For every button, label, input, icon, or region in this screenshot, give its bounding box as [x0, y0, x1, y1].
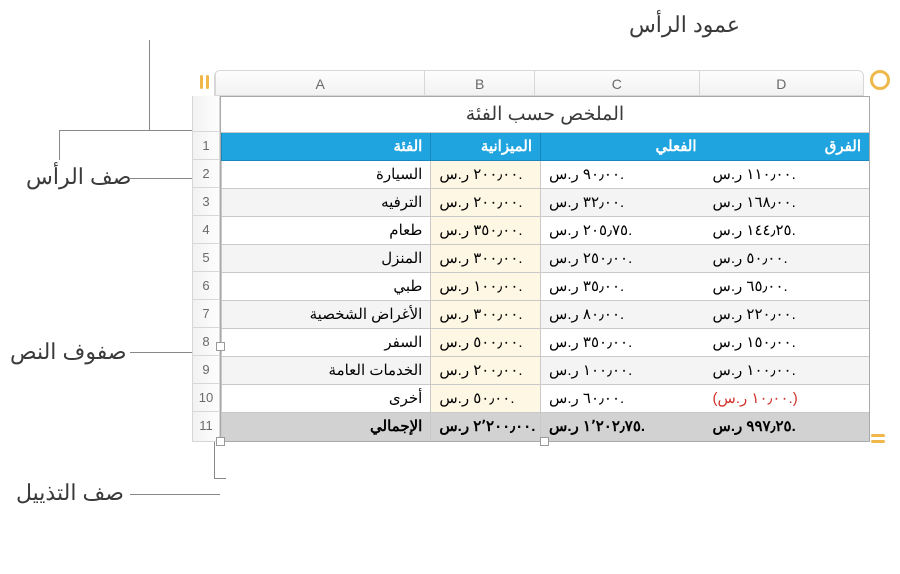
callout-header-column: عمود الرأس — [629, 12, 740, 38]
row-header-3[interactable]: 3 — [193, 188, 219, 216]
column-header-B[interactable]: B — [424, 71, 534, 95]
header-cell-budget[interactable]: الميزانية — [430, 133, 540, 161]
cell-budget[interactable]: ٢٠٠٫٠٠ ر.س. — [430, 189, 540, 217]
row-header-6[interactable]: 6 — [193, 272, 219, 300]
add-column-handle[interactable] — [194, 72, 214, 92]
cell-actual[interactable]: ٣٥٫٠٠ ر.س. — [540, 273, 705, 301]
row-header-10[interactable]: 10 — [193, 384, 219, 412]
table-row: طبي ١٠٠٫٠٠ ر.س. ٣٥٫٠٠ ر.س. ٦٥٫٠٠ ر.س. — [221, 273, 869, 301]
cell-category[interactable]: السفر — [221, 329, 430, 357]
cell-budget[interactable]: ٢٠٠٫٠٠ ر.س. — [430, 357, 540, 385]
header-cell-diff[interactable]: الفرق — [705, 133, 869, 161]
row-header-5[interactable]: 5 — [193, 244, 219, 272]
spreadsheet-stage: A B C D 1 2 3 4 5 6 7 8 9 10 11 الملخص ح… — [192, 70, 892, 442]
table-grid: الملخص حسب الفئة الفئة الميزانية الفعلي … — [220, 96, 870, 442]
cell-category[interactable]: الخدمات العامة — [221, 357, 430, 385]
column-header-bar: A B C D — [214, 70, 864, 96]
table-row: السيارة ٢٠٠٫٠٠ ر.س. ٩٠٫٠٠ ر.س. ١١٠٫٠٠ ر.… — [221, 161, 869, 189]
cell-actual[interactable]: ٣٥٠٫٠٠ ر.س. — [540, 329, 705, 357]
selection-handle[interactable] — [216, 342, 225, 351]
callout-footer-row: صف التذييل — [16, 480, 124, 506]
header-cell-actual[interactable]: الفعلي — [540, 133, 705, 161]
row-header-4[interactable]: 4 — [193, 216, 219, 244]
row-header-9[interactable]: 9 — [193, 356, 219, 384]
cell-actual[interactable]: ١٠٠٫٠٠ ر.س. — [540, 357, 705, 385]
cell-actual[interactable]: ٢٥٠٫٠٠ ر.س. — [540, 245, 705, 273]
cell-category[interactable]: الأغراض الشخصية — [221, 301, 430, 329]
cell-diff[interactable]: ١٥٠٫٠٠ ر.س. — [705, 329, 869, 357]
row-header-2[interactable]: 2 — [193, 160, 219, 188]
selection-handle[interactable] — [216, 437, 225, 446]
callout-line — [214, 478, 226, 479]
table-row: طعام ٣٥٠٫٠٠ ر.س. ٢٠٥٫٧٥ ر.س. ١٤٤٫٢٥ ر.س. — [221, 217, 869, 245]
cell-actual[interactable]: ٢٠٥٫٧٥ ر.س. — [540, 217, 705, 245]
cell-budget[interactable]: ١٠٠٫٠٠ ر.س. — [430, 273, 540, 301]
cell-budget[interactable]: ٥٠٠٫٠٠ ر.س. — [430, 329, 540, 357]
cell-diff[interactable]: ١٤٤٫٢٥ ر.س. — [705, 217, 869, 245]
cell-actual[interactable]: ٨٠٫٠٠ ر.س. — [540, 301, 705, 329]
cell-category[interactable]: السيارة — [221, 161, 430, 189]
add-row-handle[interactable] — [868, 428, 888, 448]
cell-budget[interactable]: ٣٠٠٫٠٠ ر.س. — [430, 301, 540, 329]
callout-line — [130, 494, 220, 495]
table-row: الخدمات العامة ٢٠٠٫٠٠ ر.س. ١٠٠٫٠٠ ر.س. ١… — [221, 357, 869, 385]
footer-cell-budget[interactable]: ٢٬٢٠٠٫٠٠ ر.س. — [430, 413, 540, 441]
cell-diff[interactable]: ٥٠٫٠٠ ر.س. — [705, 245, 869, 273]
row-header-1[interactable]: 1 — [193, 132, 219, 160]
row-header-11[interactable]: 11 — [193, 412, 219, 440]
cell-diff[interactable]: ١٠٠٫٠٠ ر.س. — [705, 357, 869, 385]
table-corner-handle[interactable] — [870, 70, 890, 90]
footer-cell-label[interactable]: الإجمالي — [221, 413, 430, 441]
table-row: السفر ٥٠٠٫٠٠ ر.س. ٣٥٠٫٠٠ ر.س. ١٥٠٫٠٠ ر.س… — [221, 329, 869, 357]
table-row: الترفيه ٢٠٠٫٠٠ ر.س. ٣٢٫٠٠ ر.س. ١٦٨٫٠٠ ر.… — [221, 189, 869, 217]
footer-cell-actual[interactable]: ١٬٢٠٢٫٧٥ ر.س. — [540, 413, 705, 441]
table-row: أخرى ٥٠٫٠٠ ر.س. ٦٠٫٠٠ ر.س. (١٠٫٠٠ ر.س.) — [221, 385, 869, 413]
column-header-D[interactable]: D — [699, 71, 864, 95]
cell-diff[interactable]: (١٠٫٠٠ ر.س.) — [705, 385, 869, 413]
table-header-row: الفئة الميزانية الفعلي الفرق — [221, 133, 869, 161]
cell-category[interactable]: طبي — [221, 273, 430, 301]
cell-actual[interactable]: ٦٠٫٠٠ ر.س. — [540, 385, 705, 413]
cell-budget[interactable]: ٢٠٠٫٠٠ ر.س. — [430, 161, 540, 189]
callout-body-rows: صفوف النص — [10, 339, 127, 365]
table-title[interactable]: الملخص حسب الفئة — [221, 97, 869, 133]
row-header-blank[interactable] — [193, 96, 219, 132]
cell-category[interactable]: المنزل — [221, 245, 430, 273]
column-header-C[interactable]: C — [534, 71, 699, 95]
header-cell-category[interactable]: الفئة — [221, 133, 430, 161]
callout-line — [149, 40, 150, 130]
cell-category[interactable]: أخرى — [221, 385, 430, 413]
cell-actual[interactable]: ٣٢٫٠٠ ر.س. — [540, 189, 705, 217]
cell-category[interactable]: الترفيه — [221, 189, 430, 217]
cell-actual[interactable]: ٩٠٫٠٠ ر.س. — [540, 161, 705, 189]
callout-line — [59, 130, 60, 160]
footer-cell-diff[interactable]: ٩٩٧٫٢٥ ر.س. — [705, 413, 869, 441]
cell-category[interactable]: طعام — [221, 217, 430, 245]
column-header-A[interactable]: A — [215, 71, 424, 95]
callout-header-row: صف الرأس — [26, 164, 132, 190]
cell-diff[interactable]: ٦٥٫٠٠ ر.س. — [705, 273, 869, 301]
cell-diff[interactable]: ٢٢٠٫٠٠ ر.س. — [705, 301, 869, 329]
cell-budget[interactable]: ٥٠٫٠٠ ر.س. — [430, 385, 540, 413]
cell-diff[interactable]: ١٦٨٫٠٠ ر.س. — [705, 189, 869, 217]
selection-handle[interactable] — [540, 437, 549, 446]
table-row: المنزل ٣٠٠٫٠٠ ر.س. ٢٥٠٫٠٠ ر.س. ٥٠٫٠٠ ر.س… — [221, 245, 869, 273]
cell-budget[interactable]: ٣٥٠٫٠٠ ر.س. — [430, 217, 540, 245]
row-header-gutter: 1 2 3 4 5 6 7 8 9 10 11 — [192, 96, 220, 442]
table-row: الأغراض الشخصية ٣٠٠٫٠٠ ر.س. ٨٠٫٠٠ ر.س. ٢… — [221, 301, 869, 329]
cell-diff[interactable]: ١١٠٫٠٠ ر.س. — [705, 161, 869, 189]
row-header-7[interactable]: 7 — [193, 300, 219, 328]
cell-budget[interactable]: ٣٠٠٫٠٠ ر.س. — [430, 245, 540, 273]
